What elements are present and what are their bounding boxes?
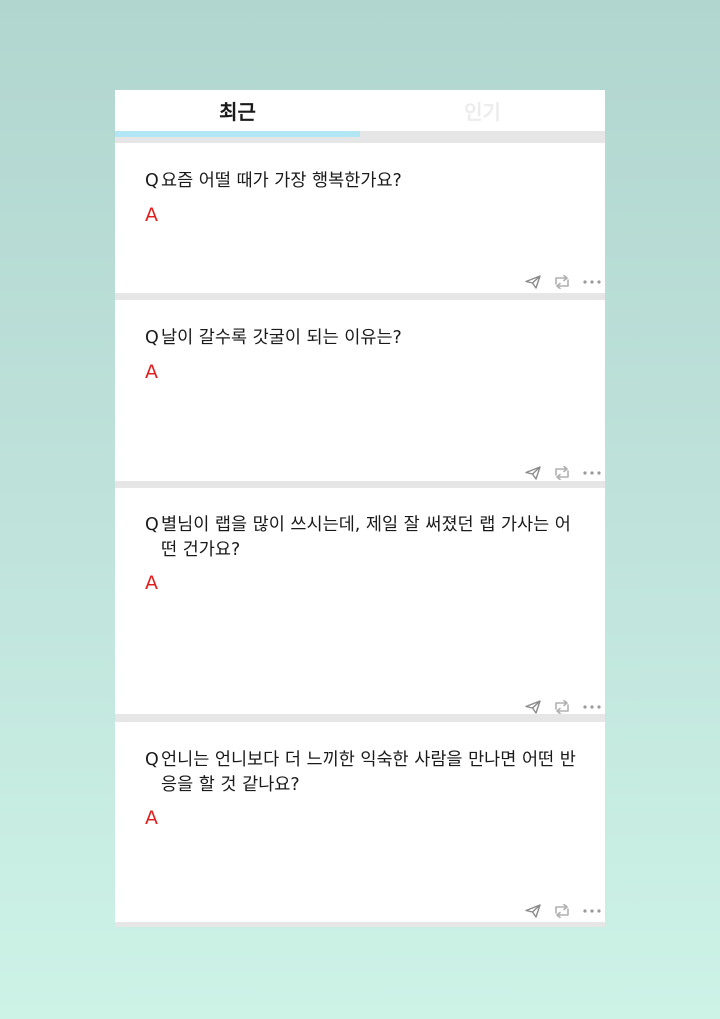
card-actions [525,904,601,918]
paper-plane-icon [525,700,541,714]
qa-panel: 최근 인기 Q 요즘 어떨 때가 가장 행복한가요? A Q 날이 갈수록 갓굴… [115,90,605,927]
paper-plane-icon [525,466,541,480]
question-card[interactable]: Q 날이 갈수록 갓굴이 되는 이유는? A [115,300,605,481]
repost-icon [555,275,569,289]
share-button[interactable] [553,466,571,480]
more-dots-icon [583,705,601,709]
question-text: Q 요즘 어떨 때가 가장 행복한가요? [145,169,585,194]
a-mark: A [145,361,158,383]
card-actions [525,275,601,289]
share-button[interactable] [553,275,571,289]
card-actions [525,700,601,714]
question-text: Q 별님이 랩을 많이 쓰시는데, 제일 잘 써졌던 랩 가사는 어떤 건가요? [145,513,585,563]
a-mark: A [145,204,158,226]
share-button[interactable] [553,700,571,714]
answer-text: A [145,572,158,594]
repost-icon [555,700,569,714]
question-body: 날이 갈수록 갓굴이 되는 이유는? [161,328,402,348]
q-mark: Q [145,328,159,348]
more-dots-icon [583,909,601,913]
more-dots-icon [583,471,601,475]
send-button[interactable] [525,466,541,480]
question-card[interactable]: Q 언니는 언니보다 더 느끼한 익숙한 사람을 만나면 어떤 반응을 할 것 … [115,722,605,922]
answer-text: A [145,807,158,829]
paper-plane-icon [525,275,541,289]
card-actions [525,466,601,480]
question-card[interactable]: Q 요즘 어떨 때가 가장 행복한가요? A [115,143,605,293]
tab-popular[interactable]: 인기 [360,90,605,137]
more-button[interactable] [583,909,601,913]
more-button[interactable] [583,705,601,709]
a-mark: A [145,572,158,594]
more-button[interactable] [583,471,601,475]
send-button[interactable] [525,904,541,918]
answer-text: A [145,204,158,226]
tab-bar: 최근 인기 [115,90,605,137]
q-mark: Q [145,750,159,770]
send-button[interactable] [525,275,541,289]
question-card[interactable]: Q 별님이 랩을 많이 쓰시는데, 제일 잘 써졌던 랩 가사는 어떤 건가요?… [115,488,605,714]
q-mark: Q [145,171,159,191]
question-text: Q 언니는 언니보다 더 느끼한 익숙한 사람을 만나면 어떤 반응을 할 것 … [145,748,585,798]
question-body: 언니는 언니보다 더 느끼한 익숙한 사람을 만나면 어떤 반응을 할 것 같나… [161,750,576,795]
more-button[interactable] [583,280,601,284]
send-button[interactable] [525,700,541,714]
repost-icon [555,904,569,918]
more-dots-icon [583,280,601,284]
share-button[interactable] [553,904,571,918]
q-mark: Q [145,515,159,535]
repost-icon [555,466,569,480]
answer-text: A [145,361,158,383]
paper-plane-icon [525,904,541,918]
question-body: 별님이 랩을 많이 쓰시는데, 제일 잘 써졌던 랩 가사는 어떤 건가요? [161,515,571,560]
a-mark: A [145,807,158,829]
question-body: 요즘 어떨 때가 가장 행복한가요? [161,171,402,191]
tab-recent[interactable]: 최근 [115,90,360,137]
question-text: Q 날이 갈수록 갓굴이 되는 이유는? [145,326,585,351]
